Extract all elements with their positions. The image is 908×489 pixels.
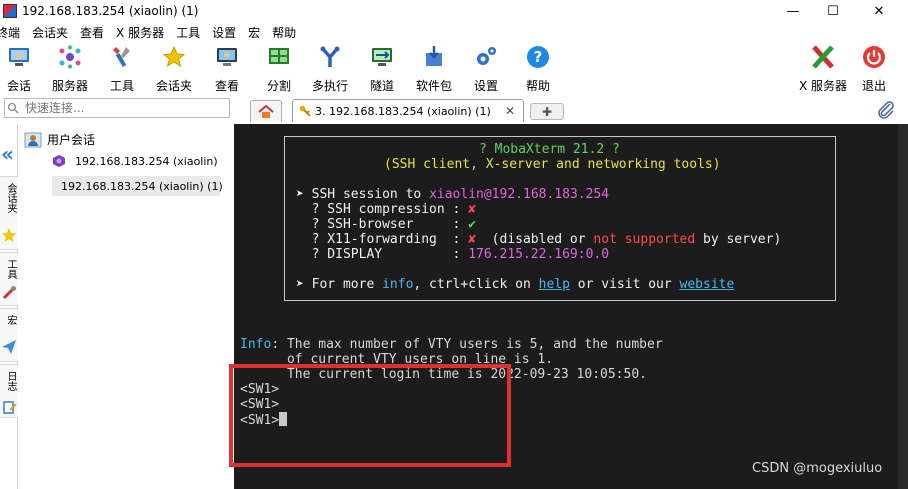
highlight-annotation-box [229,364,511,467]
settings-icon [473,44,499,70]
x11-forwarding-line: ? X11-forwarding : ✘ (disabled or not su… [296,232,782,247]
tunnel-button[interactable]: 隧道 [354,44,410,94]
tab-sessions-label: 会话夹 [5,183,16,213]
tab-tools-label: 工具 [5,259,16,279]
menu-terminal[interactable]: 终端 [0,24,26,41]
star-icon [161,44,187,70]
menu-view[interactable]: 查看 [80,24,110,41]
help-button[interactable]: ? 帮助 [510,44,566,94]
menu-macros[interactable]: 宏 [248,24,266,41]
tunnel-icon [369,44,395,70]
watermark: CSDN @mogexiuluo [752,461,883,476]
tab-macros-vertical[interactable]: 宏 [0,308,18,362]
ssh-compression-line: ? SSH compression : ✘ [296,202,477,217]
tree-item-session[interactable]: 192.168.183.254 (xiaolin) [52,154,218,168]
tools-icon [109,44,135,70]
view-icon [214,44,240,70]
x-server-button[interactable]: X 服务器 [795,44,851,94]
search-icon [7,102,19,114]
session-button[interactable]: 会话 [0,44,47,94]
menu-help[interactable]: 帮助 [272,24,302,41]
window-title: 192.168.183.254 (xiaolin) (1) [22,4,199,18]
tree-root-user-sessions[interactable]: 用户会话 [24,131,95,148]
ssh-session-line: ➤ SSH session to xiaolin@192.168.183.254 [296,187,610,202]
power-icon [861,44,887,70]
tab-bar: 3. 192.168.183.254 (xiaolin) (1) ✕ ✚ [234,98,908,122]
xdmcp-session-icon [53,155,65,167]
servers-button[interactable]: 服务器 [42,44,98,94]
paper-plane-icon [2,340,16,354]
star-icon [2,228,16,242]
exit-button[interactable]: 退出 [846,44,902,94]
new-tab-button[interactable]: ✚ [530,103,564,120]
tab-session-label: 3. 192.168.183.254 (xiaolin) (1) [315,104,491,118]
info-line-1: Info: The max number of VTY users is 5, … [240,337,663,352]
user-folder-icon [24,132,42,147]
mobaxterm-app-icon [3,4,17,18]
tree-item-session-selected[interactable]: 192.168.183.254 (xiaolin) (1) [52,176,223,196]
tools-icon [2,286,16,300]
tools-button[interactable]: 工具 [94,44,150,94]
view-button[interactable]: 查看 [199,44,255,94]
menu-tools[interactable]: 工具 [176,24,206,41]
terminal-scrollbar[interactable] [898,124,908,489]
settings-button[interactable]: 设置 [458,44,514,94]
multiexec-icon [317,44,343,70]
more-info-line: ➤ For more info, ctrl+click on help or v… [296,277,735,292]
banner-subtitle: (SSH client, X-server and networking too… [384,157,721,172]
menu-bar: 终端 会话夹 查看 X 服务器 工具 设置 宏 帮助 [0,22,908,42]
title-bar: 192.168.183.254 (xiaolin) (1) — ☐ ✕ [0,0,908,22]
menu-settings[interactable]: 设置 [212,24,242,41]
notepad-icon [3,401,17,414]
sessions-tree: 用户会话 192.168.183.254 (xiaolin) 192.168.1… [18,124,234,489]
sidebar-strip: « 会话夹 工具 宏 日志 [0,124,18,489]
session-icon [6,44,32,70]
packages-icon [421,44,447,70]
help-link[interactable]: help [539,277,570,292]
maximize-button[interactable]: ☐ [810,0,856,22]
close-tab-icon[interactable]: ✕ [505,104,515,118]
sessions-folder-button[interactable]: 会话夹 [146,44,202,94]
help-icon: ? [525,44,551,70]
quick-connect-input[interactable] [25,101,215,115]
tab-logs-vertical[interactable]: 日志 [0,364,18,418]
close-window-button[interactable]: ✕ [856,0,902,22]
tab-macros-label: 宏 [5,315,16,325]
paperclip-icon[interactable] [876,101,896,119]
toolbar: 会话 服务器 工具 会话夹 查看 分割 多执行 隧道 软件包 设置 ? 帮助 X… [0,42,908,96]
split-button[interactable]: 分割 [251,44,307,94]
collapse-sidebar-icon[interactable]: « [1,142,14,166]
x-server-icon [810,44,836,70]
tab-session[interactable]: 3. 192.168.183.254 (xiaolin) (1) ✕ [292,99,524,122]
home-icon [258,104,274,118]
svg-text:?: ? [534,48,543,66]
tab-sessions-vertical[interactable]: 会话夹 [0,176,18,250]
quick-connect-box [4,98,230,118]
key-icon [299,105,311,117]
split-icon [266,44,292,70]
menu-x-server[interactable]: X 服务器 [116,24,170,41]
website-link[interactable]: website [680,277,735,292]
banner-title: ? MobaXterm 21.2 ? [479,142,620,157]
servers-icon [57,44,83,70]
multiexec-button[interactable]: 多执行 [302,44,358,94]
packages-button[interactable]: 软件包 [406,44,462,94]
display-line: ? DISPLAY : 176.215.22.169:0.0 [296,247,610,262]
home-tab[interactable] [250,100,282,122]
tab-tools-vertical[interactable]: 工具 [0,252,18,306]
menu-sessions[interactable]: 会话夹 [32,24,74,41]
info-link[interactable]: info [382,277,413,292]
ssh-browser-line: ? SSH-browser : ✔ [296,217,477,232]
tab-logs-label: 日志 [5,371,16,391]
